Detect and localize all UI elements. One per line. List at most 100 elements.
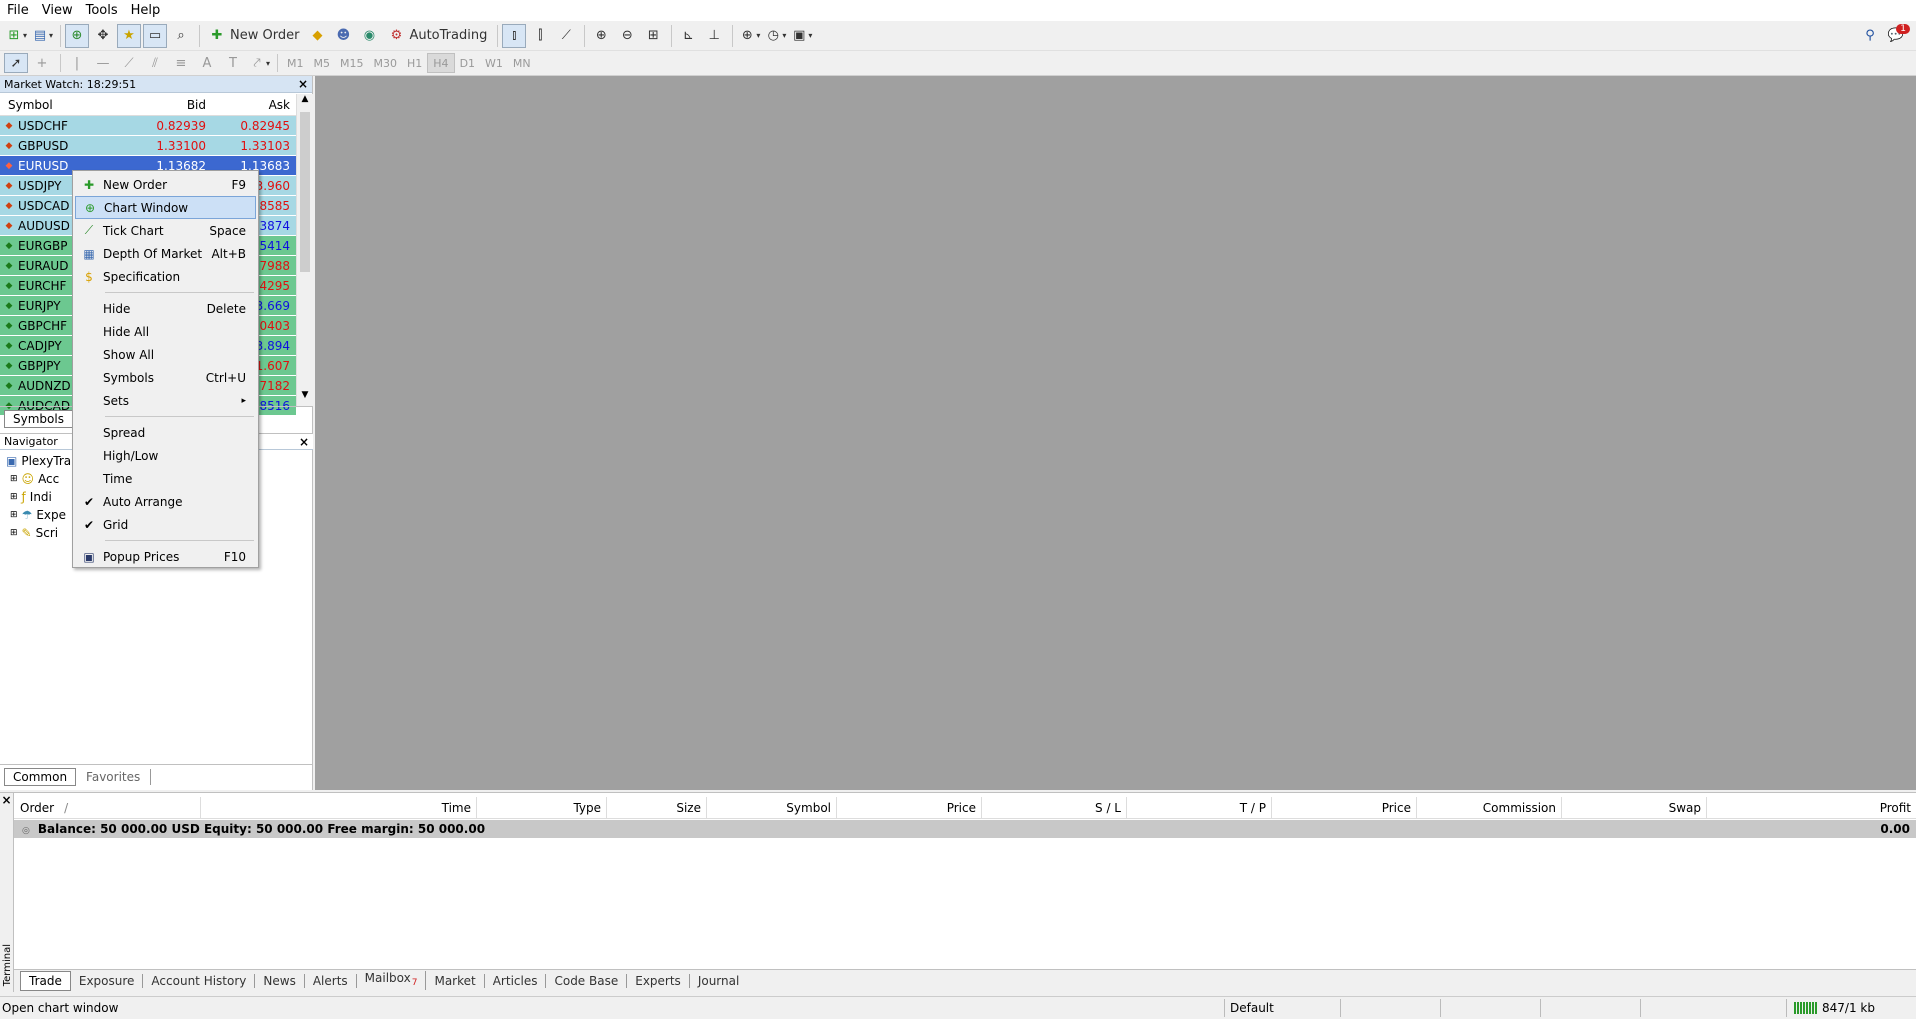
bar-chart-button[interactable]: ⫾ xyxy=(502,23,527,48)
zoom-out-button[interactable]: ⊖ xyxy=(615,24,639,48)
timeframe-w1[interactable]: W1 xyxy=(480,53,508,73)
tab-code-base[interactable]: Code Base xyxy=(546,973,628,988)
cursor-tool[interactable]: ➚ xyxy=(4,53,28,73)
market-watch-row[interactable]: ◆ USDCHF 0.82939 0.82945 xyxy=(0,116,296,136)
menu-item-sets[interactable]: Sets ▸ xyxy=(75,389,256,412)
scroll-thumb[interactable] xyxy=(300,112,310,272)
column-price-current[interactable]: Price xyxy=(1272,797,1417,818)
new-chart-button[interactable]: ⊞ ▾ xyxy=(4,24,28,48)
column-price[interactable]: Price xyxy=(837,797,982,818)
market-watch-row[interactable]: ◆ GBPUSD 1.33100 1.33103 xyxy=(0,136,296,156)
indicators-button[interactable]: ⊕ ▾ xyxy=(737,24,761,48)
menu-item-auto-arrange[interactable]: ✔ Auto Arrange xyxy=(75,490,256,513)
column-symbol[interactable]: Symbol xyxy=(707,797,837,818)
menu-item-depth-of-market[interactable]: ▦ Depth Of Market Alt+B xyxy=(75,242,256,265)
status-profile[interactable]: Default xyxy=(1230,1001,1274,1015)
close-icon[interactable]: × xyxy=(298,77,308,91)
menu-item-show-all[interactable]: Show All xyxy=(75,343,256,366)
menu-file[interactable]: File xyxy=(4,0,39,21)
label-tool[interactable]: T xyxy=(221,51,245,75)
menu-item-popup-prices[interactable]: ▣ Popup Prices F10 xyxy=(75,545,256,568)
menu-item-high-low[interactable]: High/Low xyxy=(75,444,256,467)
data-window-toggle[interactable]: ✥ xyxy=(91,24,115,48)
timeframe-m30[interactable]: M30 xyxy=(369,53,403,73)
timeframe-d1[interactable]: D1 xyxy=(455,53,480,73)
channel-tool[interactable]: ⫽ xyxy=(143,51,167,75)
timeframe-m5[interactable]: M5 xyxy=(309,53,336,73)
menu-item-tick-chart[interactable]: ⟋ Tick Chart Space xyxy=(75,219,256,242)
tab-symbols[interactable]: Symbols xyxy=(4,409,73,428)
column-swap[interactable]: Swap xyxy=(1562,797,1707,818)
menu-item-time[interactable]: Time xyxy=(75,467,256,490)
column-tp[interactable]: T / P xyxy=(1127,797,1272,818)
column-sl[interactable]: S / L xyxy=(982,797,1127,818)
shapes-tool[interactable]: ⤤ ▾ xyxy=(247,51,271,75)
menu-item-specification[interactable]: $ Specification xyxy=(75,265,256,288)
column-size[interactable]: Size xyxy=(607,797,707,818)
horizontal-line-tool[interactable]: — xyxy=(91,51,115,75)
tab-journal[interactable]: Journal xyxy=(690,974,748,988)
fibonacci-tool[interactable]: ≡ xyxy=(169,51,193,75)
profiles-button[interactable]: ▤ ▾ xyxy=(30,24,54,48)
tab-news[interactable]: News xyxy=(255,973,305,988)
timeframe-m1[interactable]: M1 xyxy=(282,53,309,73)
line-chart-button[interactable]: ⟋ xyxy=(554,24,578,48)
menu-item-hide-all[interactable]: Hide All xyxy=(75,320,256,343)
chart-shift-button[interactable]: ⊥ xyxy=(702,24,726,48)
column-bid[interactable]: Bid xyxy=(126,98,210,112)
candle-chart-button[interactable]: ⫿ xyxy=(528,24,552,48)
tile-windows-button[interactable]: ⊞ xyxy=(641,24,665,48)
trendline-tool[interactable]: ⟋ xyxy=(117,51,141,75)
scroll-up-icon[interactable]: ▲ xyxy=(297,94,313,110)
templates-button[interactable]: ▣ ▾ xyxy=(789,24,813,48)
close-icon[interactable]: × xyxy=(299,435,309,449)
tab-alerts[interactable]: Alerts xyxy=(305,973,357,988)
market-watch-scrollbar[interactable]: ▲ ▼ xyxy=(296,94,313,406)
search-button[interactable]: ⚲ xyxy=(1858,24,1882,48)
timeframe-h1[interactable]: H1 xyxy=(402,53,427,73)
menu-tools[interactable]: Tools xyxy=(83,0,128,21)
timeframe-m15[interactable]: M15 xyxy=(335,53,369,73)
chart-area[interactable] xyxy=(315,76,1916,790)
column-symbol[interactable]: Symbol xyxy=(0,98,126,112)
balance-row[interactable]: ◎ Balance: 50 000.00 USD Equity: 50 000.0… xyxy=(14,820,1916,838)
column-commission[interactable]: Commission xyxy=(1417,797,1562,818)
autotrading-button[interactable]: ⚙ AutoTrading xyxy=(383,24,491,48)
market-watch-toggle[interactable]: ⊕ xyxy=(65,23,89,48)
menu-item-symbols[interactable]: Symbols Ctrl+U xyxy=(75,366,256,389)
close-icon[interactable]: × xyxy=(0,793,13,807)
column-ask[interactable]: Ask xyxy=(210,98,294,112)
autoscroll-button[interactable]: ⊾ xyxy=(676,24,700,48)
text-tool[interactable]: A xyxy=(195,51,219,75)
menu-help[interactable]: Help xyxy=(128,0,171,21)
menu-item-new-order[interactable]: ✚ New Order F9 xyxy=(75,173,256,196)
signals-button[interactable]: ◉ xyxy=(357,24,381,48)
periods-button[interactable]: ◷ ▾ xyxy=(763,24,787,48)
tab-market[interactable]: Market xyxy=(426,973,485,988)
community-button[interactable]: ☻ xyxy=(331,24,355,48)
column-order[interactable]: Order / xyxy=(14,797,201,818)
zoom-in-button[interactable]: ⊕ xyxy=(589,24,613,48)
crosshair-tool[interactable]: + xyxy=(30,51,54,75)
timeframe-h4[interactable]: H4 xyxy=(427,53,455,73)
tab-articles[interactable]: Articles xyxy=(485,973,547,988)
terminal-toggle[interactable]: ▭ xyxy=(143,23,167,48)
menu-item-spread[interactable]: Spread xyxy=(75,421,256,444)
tester-toggle[interactable]: ⌕ xyxy=(169,24,193,48)
navigator-toggle[interactable]: ★ xyxy=(117,23,141,48)
tab-exposure[interactable]: Exposure xyxy=(71,973,144,988)
tab-trade[interactable]: Trade xyxy=(20,970,71,991)
tab-experts[interactable]: Experts xyxy=(627,973,690,988)
scroll-down-icon[interactable]: ▼ xyxy=(297,390,313,406)
column-time[interactable]: Time xyxy=(201,797,477,818)
menu-item-hide[interactable]: Hide Delete xyxy=(75,297,256,320)
metaeditor-button[interactable]: ◆ xyxy=(305,24,329,48)
tab-account-history[interactable]: Account History xyxy=(143,973,256,988)
notifications-button[interactable]: 💬 1 xyxy=(1884,23,1910,48)
tab-favorites[interactable]: Favorites xyxy=(76,768,152,785)
menu-item-chart-window[interactable]: ⊕ Chart Window xyxy=(75,196,256,219)
timeframe-mn[interactable]: MN xyxy=(508,53,536,73)
tab-common[interactable]: Common xyxy=(4,767,77,786)
column-profit[interactable]: Profit xyxy=(1707,797,1916,818)
menu-item-grid[interactable]: ✔ Grid xyxy=(75,513,256,536)
